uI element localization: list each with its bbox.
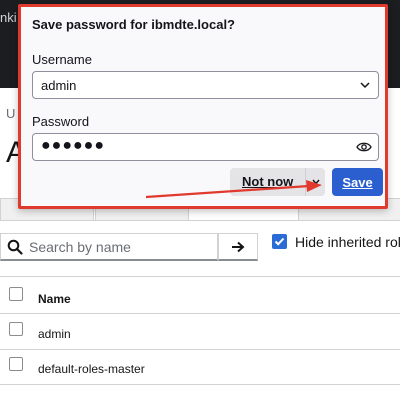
password-label: Password — [32, 114, 90, 129]
username-value: admin — [41, 78, 77, 93]
column-header-name[interactable]: Name — [38, 292, 71, 306]
password-field[interactable]: ●●●●●● — [32, 133, 379, 161]
hide-inherited-label: Hide inherited role — [295, 234, 400, 250]
row-checkbox[interactable] — [9, 322, 23, 336]
username-field[interactable]: admin — [32, 71, 379, 99]
popup-title: Save password for ibmdte.local? — [32, 17, 235, 32]
password-value: ●●●●●● — [41, 137, 105, 154]
not-now-button[interactable]: Not now — [230, 168, 325, 196]
search-icon — [7, 239, 23, 255]
eye-icon[interactable] — [356, 141, 372, 153]
button-divider — [305, 168, 306, 196]
divider — [0, 384, 400, 385]
role-name: admin — [38, 327, 71, 341]
breadcrumb[interactable]: U — [6, 106, 15, 121]
row-checkbox[interactable] — [9, 357, 23, 371]
search-submit-button[interactable] — [218, 233, 258, 261]
hide-inherited-checkbox[interactable] — [272, 234, 287, 249]
checkmark-icon — [274, 237, 285, 246]
username-label: Username — [32, 52, 92, 67]
divider — [0, 276, 400, 277]
save-button[interactable]: Save — [332, 168, 383, 196]
arrow-right-icon — [232, 241, 245, 252]
select-all-checkbox[interactable] — [9, 287, 23, 301]
chevron-down-icon[interactable] — [312, 179, 320, 185]
role-name: default-roles-master — [38, 362, 145, 376]
header-text-fragment: nki — [0, 10, 17, 25]
search-input[interactable] — [29, 234, 215, 260]
chevron-down-icon[interactable] — [360, 81, 370, 89]
search-box — [0, 233, 218, 261]
divider — [0, 313, 400, 314]
divider — [0, 349, 400, 350]
save-password-popup: Save password for ibmdte.local? Username… — [18, 4, 388, 209]
not-now-label: Not now — [242, 174, 294, 189]
